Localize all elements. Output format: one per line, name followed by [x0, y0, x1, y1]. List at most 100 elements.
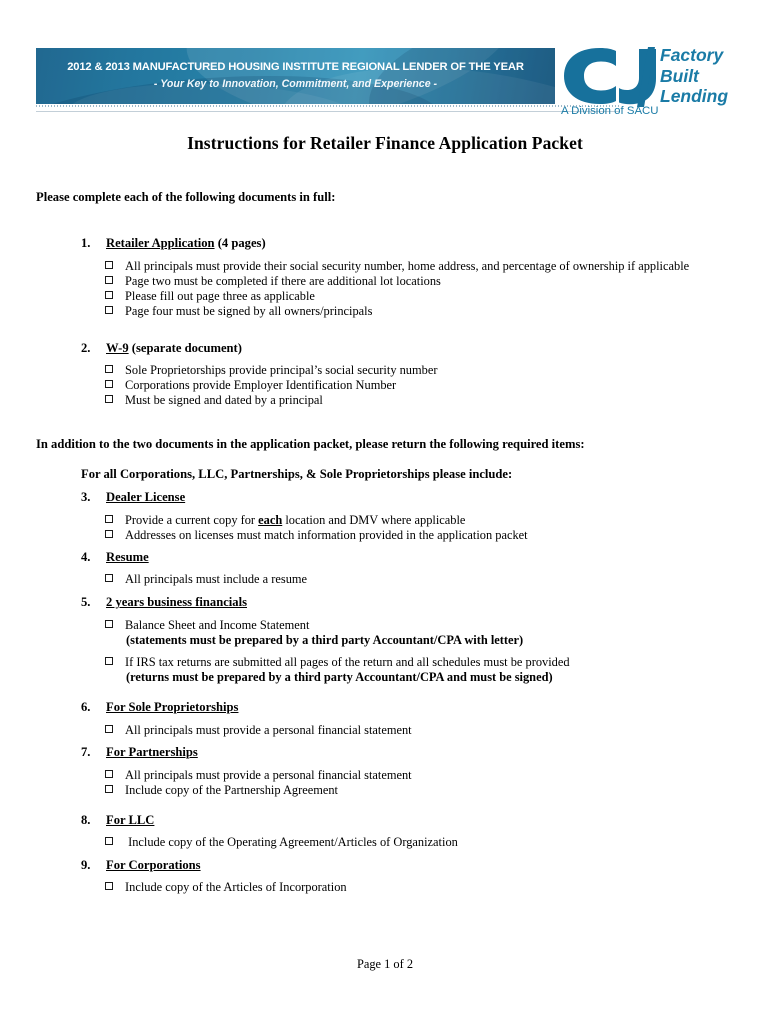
checkbox-label: Sole Proprietorships provide principal’s… — [125, 363, 438, 377]
checkbox-label: Include copy of the Articles of Incorpor… — [125, 880, 347, 894]
checkbox-row[interactable]: Page two must be completed if there are … — [105, 274, 441, 289]
checkbox-icon[interactable] — [105, 395, 113, 403]
checkbox-row[interactable]: Page four must be signed by all owners/p… — [105, 304, 372, 319]
list-item-9: 9. For Corporations — [81, 858, 201, 873]
checkbox-label: Provide a current copy for each location… — [125, 513, 465, 527]
checkbox-label: All principals must provide their social… — [125, 259, 690, 273]
cu-monogram-icon — [564, 47, 656, 107]
checkbox-row[interactable]: All principals must provide a personal f… — [105, 768, 412, 783]
checkbox-label: Page four must be signed by all owners/p… — [125, 304, 373, 318]
section-subheading: For all Corporations, LLC, Partnerships,… — [81, 467, 513, 481]
list-item-7: 7. For Partnerships — [81, 745, 198, 760]
checkbox-label: Addresses on licenses must match informa… — [125, 528, 528, 542]
banner-tagline: - Your Key to Innovation, Commitment, an… — [153, 78, 438, 90]
item-title: For Sole Proprietorships — [106, 700, 239, 714]
checkbox-icon[interactable] — [105, 837, 113, 845]
checkbox-row[interactable]: All principals must include a resume — [105, 572, 307, 587]
checkbox-icon[interactable] — [105, 261, 113, 269]
checkbox-label: If IRS tax returns are submitted all pag… — [125, 655, 570, 669]
checkbox-label: Please fill out page three as applicable — [125, 289, 315, 303]
item-title: For LLC — [106, 813, 155, 827]
header-dotted-rule — [36, 105, 620, 107]
item-title: 2 years business financials — [106, 595, 248, 609]
item-title: Retailer Application — [106, 236, 215, 250]
item-suffix: (4 pages) — [214, 236, 266, 250]
item-number: 7. — [81, 745, 91, 759]
checkbox-label: All principals must include a resume — [125, 572, 308, 586]
checkbox-row[interactable]: All principals must provide their social… — [105, 259, 689, 274]
item-number: 4. — [81, 550, 91, 564]
item-number: 3. — [81, 490, 91, 504]
checkbox-row[interactable]: Include copy of the Articles of Incorpor… — [105, 880, 347, 895]
item-suffix: (separate document) — [128, 341, 242, 355]
check-text-before: Provide a current copy for — [125, 513, 259, 527]
logo-wordmark: Factory Built Lending — [660, 45, 728, 107]
checkbox-row[interactable]: Must be signed and dated by a principal — [105, 393, 323, 408]
list-item-2: 2. W-9 (separate document) — [81, 341, 242, 356]
item-title: Resume — [106, 550, 149, 564]
checkbox-row[interactable]: Balance Sheet and Income Statement — [105, 618, 309, 633]
checkbox-row[interactable]: Addresses on licenses must match informa… — [105, 528, 528, 543]
checkbox-subnote: (returns must be prepared by a third par… — [126, 670, 553, 684]
checkbox-icon[interactable] — [105, 770, 113, 778]
item-number: 8. — [81, 813, 91, 827]
page-header: 2012 & 2013 MANUFACTURED HOUSING INSTITU… — [36, 45, 734, 117]
checkbox-icon[interactable] — [105, 380, 113, 388]
checkbox-label: Include copy of the Operating Agreement/… — [125, 835, 458, 849]
list-item-8: 8. For LLC — [81, 813, 154, 828]
item-number: 1. — [81, 236, 91, 250]
item-title: Dealer License — [106, 490, 186, 504]
checkbox-icon[interactable] — [105, 276, 113, 284]
banner-text-block: 2012 & 2013 MANUFACTURED HOUSING INSTITU… — [36, 48, 555, 104]
checkbox-subnote: (statements must be prepared by a third … — [126, 633, 524, 647]
item-title: For Corporations — [106, 858, 201, 872]
checkbox-row[interactable]: If IRS tax returns are submitted all pag… — [105, 655, 570, 670]
check-text-emphasis: each — [258, 513, 283, 527]
page-title: Instructions for Retailer Finance Applic… — [187, 133, 583, 153]
checkbox-icon[interactable] — [105, 515, 113, 523]
checkbox-label: Corporations provide Employer Identifica… — [125, 378, 397, 392]
checkbox-icon[interactable] — [105, 530, 113, 538]
item-title: For Partnerships — [106, 745, 198, 759]
checkbox-row[interactable]: Please fill out page three as applicable — [105, 289, 315, 304]
checkbox-label: Must be signed and dated by a principal — [125, 393, 323, 407]
checkbox-label: All principals must provide a personal f… — [125, 723, 412, 737]
company-logo: Factory Built Lending A Division of SACU — [560, 45, 770, 119]
list-item-1: 1. Retailer Application (4 pages) — [81, 236, 266, 251]
checkbox-label: All principals must provide a personal f… — [125, 768, 412, 782]
list-item-6: 6. For Sole Proprietorships — [81, 700, 238, 715]
page-footer: Page 1 of 2 — [356, 957, 414, 971]
lead-instruction-2: In addition to the two documents in the … — [36, 437, 585, 451]
logo-word-lending: Lending — [660, 86, 729, 106]
checkbox-icon[interactable] — [105, 574, 113, 582]
checkbox-icon[interactable] — [105, 657, 113, 665]
list-item-3: 3. Dealer License — [81, 490, 185, 505]
list-item-4: 4. Resume — [81, 550, 149, 565]
banner-award-line: 2012 & 2013 MANUFACTURED HOUSING INSTITU… — [67, 61, 524, 73]
checkbox-icon[interactable] — [105, 882, 113, 890]
document-page: 2012 & 2013 MANUFACTURED HOUSING INSTITU… — [0, 0, 770, 1024]
checkbox-icon[interactable] — [105, 725, 113, 733]
item-number: 5. — [81, 595, 91, 609]
checkbox-label: Include copy of the Partnership Agreemen… — [125, 783, 338, 797]
award-banner: 2012 & 2013 MANUFACTURED HOUSING INSTITU… — [36, 48, 555, 104]
checkbox-icon[interactable] — [105, 785, 113, 793]
checkbox-row[interactable]: Include copy of the Operating Agreement/… — [105, 835, 458, 850]
checkbox-row[interactable]: Corporations provide Employer Identifica… — [105, 378, 396, 393]
checkbox-icon[interactable] — [105, 620, 113, 628]
checkbox-icon[interactable] — [105, 365, 113, 373]
header-solid-rule — [36, 111, 620, 112]
checkbox-row[interactable]: Sole Proprietorships provide principal’s… — [105, 363, 437, 378]
logo-word-factory: Factory — [660, 45, 724, 65]
checkbox-row[interactable]: Include copy of the Partnership Agreemen… — [105, 783, 338, 798]
checkbox-label: Balance Sheet and Income Statement — [125, 618, 310, 632]
check-text-after: location and DMV where applicable — [282, 513, 466, 527]
checkbox-icon[interactable] — [105, 291, 113, 299]
logo-word-built: Built — [660, 65, 699, 86]
checkbox-icon[interactable] — [105, 306, 113, 314]
checkbox-row[interactable]: Provide a current copy for each location… — [105, 513, 465, 528]
lead-instruction-1: Please complete each of the following do… — [36, 190, 336, 204]
item-title: W-9 — [106, 341, 129, 355]
item-number: 2. — [81, 341, 91, 355]
checkbox-row[interactable]: All principals must provide a personal f… — [105, 723, 412, 738]
